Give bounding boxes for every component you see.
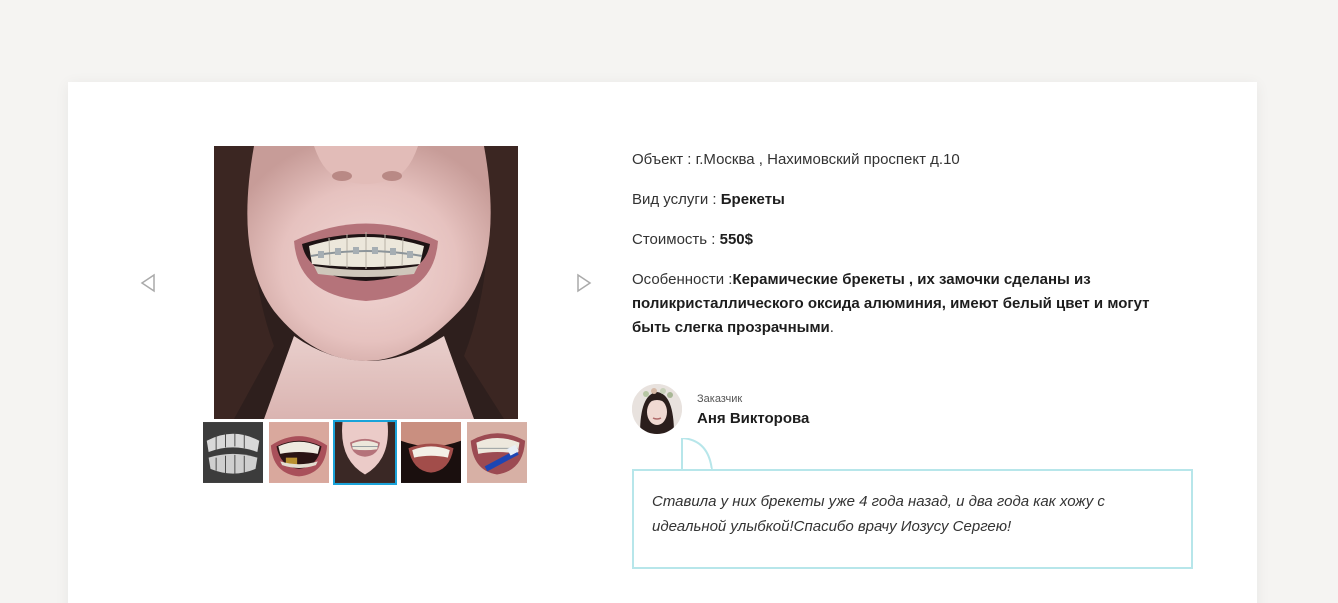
- project-info: Объект : г.Москва , Нахимовский проспект…: [632, 148, 1192, 356]
- customer-name: Аня Викторова: [697, 409, 810, 427]
- features-label: Особенности :: [632, 271, 733, 288]
- triangle-right-icon: [577, 273, 592, 293]
- review-box: Ставила у них брекеты уже 4 года назад, …: [632, 469, 1193, 569]
- prev-slide-button[interactable]: [138, 272, 160, 294]
- service-value: Брекеты: [720, 191, 785, 208]
- features-end: .: [829, 319, 834, 336]
- main-photo: [214, 146, 518, 419]
- avatar: [632, 384, 682, 434]
- service-line: Вид услуги : Брекеты: [632, 188, 1192, 212]
- thumbnail-strip: [201, 420, 529, 485]
- features-line: Особенности :Керамические брекеты , их з…: [632, 268, 1192, 340]
- service-label: Вид услуги :: [632, 191, 721, 208]
- thumb-smile[interactable]: [399, 420, 463, 485]
- thumb-braces-smile[interactable]: [333, 420, 397, 485]
- object-value: г.Москва , Нахимовский проспект д.10: [695, 151, 960, 168]
- bubble-tail: [681, 438, 713, 471]
- portfolio-card: Объект : г.Москва , Нахимовский проспект…: [68, 82, 1257, 603]
- thumb-braces-gold[interactable]: [267, 420, 331, 485]
- object-label: Объект :: [632, 151, 696, 168]
- price-value: 550$: [719, 231, 753, 248]
- customer-role: Заказчик: [697, 392, 743, 405]
- review-text: Ставила у них брекеты уже 4 года назад, …: [652, 493, 1105, 535]
- thumb-brushing[interactable]: [465, 420, 529, 485]
- customer-block: Заказчик Аня Викторова: [632, 384, 809, 434]
- triangle-left-icon: [140, 273, 155, 293]
- object-line: Объект : г.Москва , Нахимовский проспект…: [632, 148, 1192, 172]
- price-label: Стоимость :: [632, 231, 720, 248]
- price-line: Стоимость : 550$: [632, 228, 1192, 252]
- next-slide-button[interactable]: [572, 272, 594, 294]
- thumb-xray[interactable]: [201, 420, 265, 485]
